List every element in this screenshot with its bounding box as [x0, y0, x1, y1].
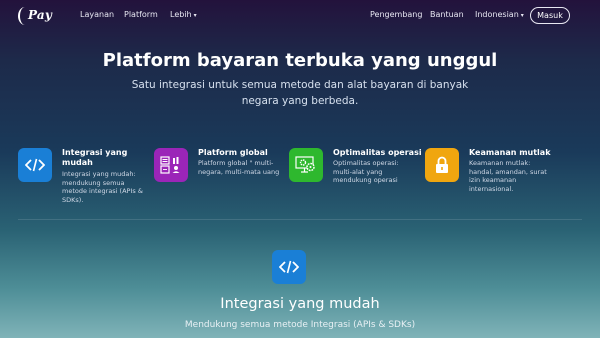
feature-title: Keamanan mutlak: [469, 148, 551, 157]
hero-title: Platform bayaran terbuka yang unggul: [102, 50, 498, 71]
nav-link-layanan[interactable]: Layanan: [80, 10, 114, 19]
feature-desc: Platform global " multi-negara, multi-ma…: [198, 159, 280, 176]
feature-title: Platform global: [198, 148, 268, 157]
code-icon: [18, 148, 52, 182]
top-navigation: Pay Layanan Platform Lebih ▾ Pengembang B…: [0, 0, 600, 32]
gears-icon: [289, 148, 323, 182]
chevron-down-icon: ▾: [193, 12, 197, 19]
hero-subtitle: Satu integrasi untuk semua metode dan al…: [131, 79, 469, 107]
feature-desc: Integrasi yang mudah: mendukung semua me…: [62, 170, 143, 204]
language-selector[interactable]: Indonesian ▾: [475, 10, 524, 19]
language-label: Indonesian: [475, 10, 519, 19]
nav-link-platform[interactable]: Platform: [124, 10, 158, 19]
feature-desc: Optimalitas operasi: multi-alat yang men…: [333, 159, 399, 184]
calculator-icon: [154, 148, 188, 182]
section-subtitle: Mendukung semua metode Integrasi (APIs &…: [184, 320, 416, 330]
nav-link-lebih[interactable]: Lebih ▾: [170, 10, 197, 19]
pay-logo[interactable]: Pay: [18, 7, 58, 25]
nav-link-lebih-label: Lebih: [170, 10, 192, 19]
brand-name: Pay: [28, 8, 53, 22]
section-divider: [18, 219, 582, 220]
section-title: Integrasi yang mudah: [220, 296, 380, 312]
lock-icon: [425, 148, 459, 182]
feature-title: Optimalitas operasi: [333, 148, 422, 157]
login-button[interactable]: Masuk: [530, 7, 570, 24]
nav-link-bantuan[interactable]: Bantuan: [430, 10, 464, 19]
chevron-down-icon: ▾: [520, 12, 524, 19]
feature-title: Integrasi yang mudah: [62, 148, 128, 167]
nav-link-pengembang[interactable]: Pengembang: [370, 10, 422, 19]
code-icon: [272, 250, 306, 284]
feature-desc: Keamanan mutlak: handal, amandan, surat …: [469, 159, 547, 193]
